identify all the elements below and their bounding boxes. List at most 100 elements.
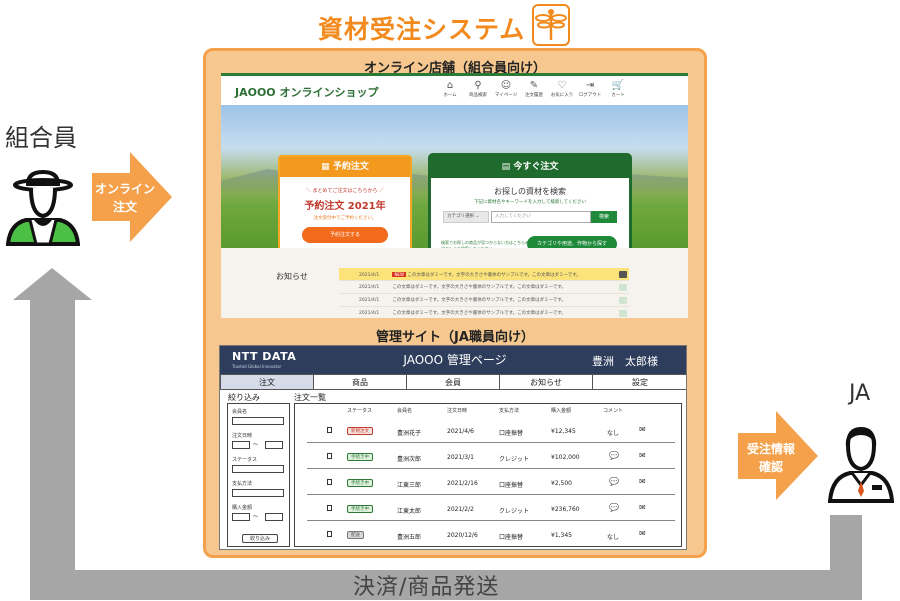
online-order-label: オンライン 注文	[92, 180, 158, 216]
expand-icon[interactable]	[619, 310, 627, 317]
comment-icon[interactable]: 💬	[609, 503, 619, 512]
news-row[interactable]: 2021/4/1 この文章はダミーです。文字の大きさや書体のサンプルです。この文…	[339, 307, 629, 318]
date-to-input[interactable]	[265, 441, 283, 449]
table-row[interactable]: 配送 豊洲五郎 2020/12/6 口座振替 ¥1,345 なし ✉	[307, 523, 675, 547]
chevron-down-icon[interactable]	[619, 271, 627, 278]
nav-search-label: 商品検索	[469, 93, 487, 98]
filter-payment-label: 支払方法	[232, 481, 253, 487]
payment-cell: クレジット	[499, 456, 530, 463]
amount-cell: ¥2,500	[551, 480, 572, 487]
tab-news[interactable]: お知らせ	[499, 374, 593, 390]
member-cell: 豊洲五郎	[397, 534, 422, 541]
admin-user-name[interactable]: 豊洲 太郎様	[592, 353, 658, 369]
amount-to-input[interactable]	[265, 513, 283, 521]
order-check-label: 受注情報 確認	[738, 440, 804, 476]
search-icon: ⚲	[474, 80, 482, 91]
comment-icon[interactable]: 💬	[609, 477, 619, 486]
row-checkbox[interactable]	[327, 453, 332, 459]
table-row[interactable]: 手続き中 豊洲次郎 2021/3/1 クレジット ¥102,000 💬 ✉	[307, 445, 675, 469]
date-cell: 2021/4/6	[447, 428, 474, 435]
amount-from-input[interactable]	[232, 513, 250, 521]
online-order-line1: オンライン	[94, 182, 155, 196]
comment-icon[interactable]: 💬	[609, 451, 619, 460]
shop-logo[interactable]: JAOOO オンラインショップ	[235, 84, 379, 100]
status-badge: 手続き中	[347, 505, 373, 513]
mail-icon[interactable]: ✉	[639, 477, 646, 486]
nav-logout[interactable]: ⇥ ログアウト	[577, 80, 603, 98]
nav-favorites-label: お気に入り	[550, 93, 574, 98]
filter-title: 絞り込み	[228, 393, 260, 402]
table-row[interactable]: 手続き中 江東太郎 2021/2/2 クレジット ¥236,760 💬 ✉	[307, 497, 675, 521]
filter-button[interactable]: 絞り込み	[242, 534, 278, 543]
status-input[interactable]	[232, 465, 284, 473]
news-text: この文章はダミーです。文字の大きさや書体のサンプルです。この文章はダミーです。	[392, 311, 566, 316]
mail-icon[interactable]: ✉	[639, 425, 646, 434]
nav-history[interactable]: ✎ 注文履歴	[521, 80, 547, 98]
order-form-icon: ▤	[501, 162, 514, 172]
mail-icon[interactable]: ✉	[639, 503, 646, 512]
news-row[interactable]: 2021/4/1 この文章はダミーです。文字の大きさや書体のサンプルです。この文…	[339, 281, 629, 294]
expand-icon[interactable]	[619, 297, 627, 304]
comment-cell: なし	[607, 534, 620, 541]
news-row[interactable]: 2021/4/1 この文章はダミーです。文字の大きさや書体のサンプルです。この文…	[339, 294, 629, 307]
filter-status-label: ステータス	[232, 457, 258, 463]
member-cell: 江東三郎	[397, 482, 422, 489]
online-shop-screen: JAOOO オンラインショップ ⌂ ホーム ⚲ 商品検索 ☺ マイページ ✎ 注文履歴 …	[221, 73, 688, 318]
nav-search[interactable]: ⚲ 商品検索	[465, 80, 491, 98]
reserve-card-header: ▦ 予約注文	[280, 157, 410, 177]
ja-label: JA	[849, 381, 871, 406]
calendar-icon: ▦	[321, 162, 333, 172]
user-icon: ☺	[500, 80, 512, 91]
tab-orders[interactable]: 注文	[220, 374, 314, 390]
member-cell: 豊洲花子	[397, 430, 422, 437]
date-from-input[interactable]	[232, 441, 250, 449]
admin-page-title: JAOOO 管理ページ	[403, 353, 507, 367]
col-amount: 購入金額	[551, 408, 572, 414]
search-input[interactable]: 入力してください	[491, 211, 591, 223]
search-button[interactable]: 検索	[591, 211, 617, 223]
mail-icon[interactable]: ✉	[639, 451, 646, 460]
instant-card-title: 今すぐ注文	[513, 162, 559, 172]
member-name-input[interactable]	[232, 417, 284, 425]
news-text: この文章はダミーです。文字の大きさや書体のサンプルです。この文章はダミーです。	[392, 298, 566, 303]
row-checkbox[interactable]	[327, 531, 332, 537]
nav-cart-label: カート	[611, 93, 625, 98]
heart-icon: ♡	[557, 80, 567, 91]
nav-home[interactable]: ⌂ ホーム	[437, 80, 463, 98]
member-cell: 豊洲次郎	[397, 456, 422, 463]
news-date: 2021/4/1	[359, 311, 380, 316]
expand-icon[interactable]	[619, 284, 627, 291]
date-cell: 2021/3/1	[447, 454, 474, 461]
category-select[interactable]: カテゴリ選択 ⌄	[443, 211, 489, 223]
reserve-card-sub: ＼ まとめてご注文はこちらから ／	[305, 188, 385, 194]
payment-input[interactable]	[232, 489, 284, 497]
news-text: この文章はダミーです。文字の大きさや書体のサンプルです。この文章はダミーです。	[392, 285, 566, 290]
tab-products[interactable]: 商品	[313, 374, 407, 390]
instant-card-header: ▤ 今すぐ注文	[431, 156, 629, 178]
table-row[interactable]: 新規注文 豊洲花子 2021/4/6 口座振替 ¥12,345 なし ✉	[307, 419, 675, 443]
nav-favorites[interactable]: ♡ お気に入り	[549, 80, 575, 98]
nav-cart[interactable]: 🛒 カート	[605, 80, 631, 98]
news-section: お知らせ 2021/4/1 NEW この文章はダミーです。文字の大きさや書体のサ…	[221, 248, 688, 318]
col-date: 注文日時	[447, 408, 468, 414]
hero-banner: ▦ 予約注文 ＼ まとめてご注文はこちらから ／ 予約注文 2021年 注文受付…	[221, 105, 688, 263]
row-checkbox[interactable]	[327, 479, 332, 485]
amount-range-sep: ～	[253, 514, 259, 520]
nav-history-label: 注文履歴	[525, 93, 543, 98]
row-checkbox[interactable]	[327, 505, 332, 511]
row-checkbox[interactable]	[327, 427, 332, 433]
amount-cell: ¥1,345	[551, 532, 572, 539]
nav-mypage[interactable]: ☺ マイページ	[493, 80, 519, 98]
news-row[interactable]: 2021/4/1 NEW この文章はダミーです。文字の大きさや書体のサンプルです…	[339, 268, 629, 281]
filter-date-label: 注文日時	[232, 433, 253, 439]
table-row[interactable]: 手続き中 江東三郎 2021/2/16 口座振替 ¥2,500 💬 ✉	[307, 471, 675, 495]
mail-icon[interactable]: ✉	[639, 529, 646, 538]
tab-settings[interactable]: 設定	[592, 374, 686, 390]
payment-cell: クレジット	[499, 508, 530, 515]
reserve-card-note: 注文受付中でご予約ください。	[313, 216, 377, 221]
reserve-order-button[interactable]: 予約注文する	[302, 227, 388, 243]
admin-topbar: NTT DATA Trusted Global Innovator JAOOO …	[220, 346, 686, 374]
nav-mypage-label: マイページ	[494, 93, 518, 98]
filter-amount-label: 購入金額	[232, 505, 253, 511]
tab-members[interactable]: 会員	[406, 374, 500, 390]
